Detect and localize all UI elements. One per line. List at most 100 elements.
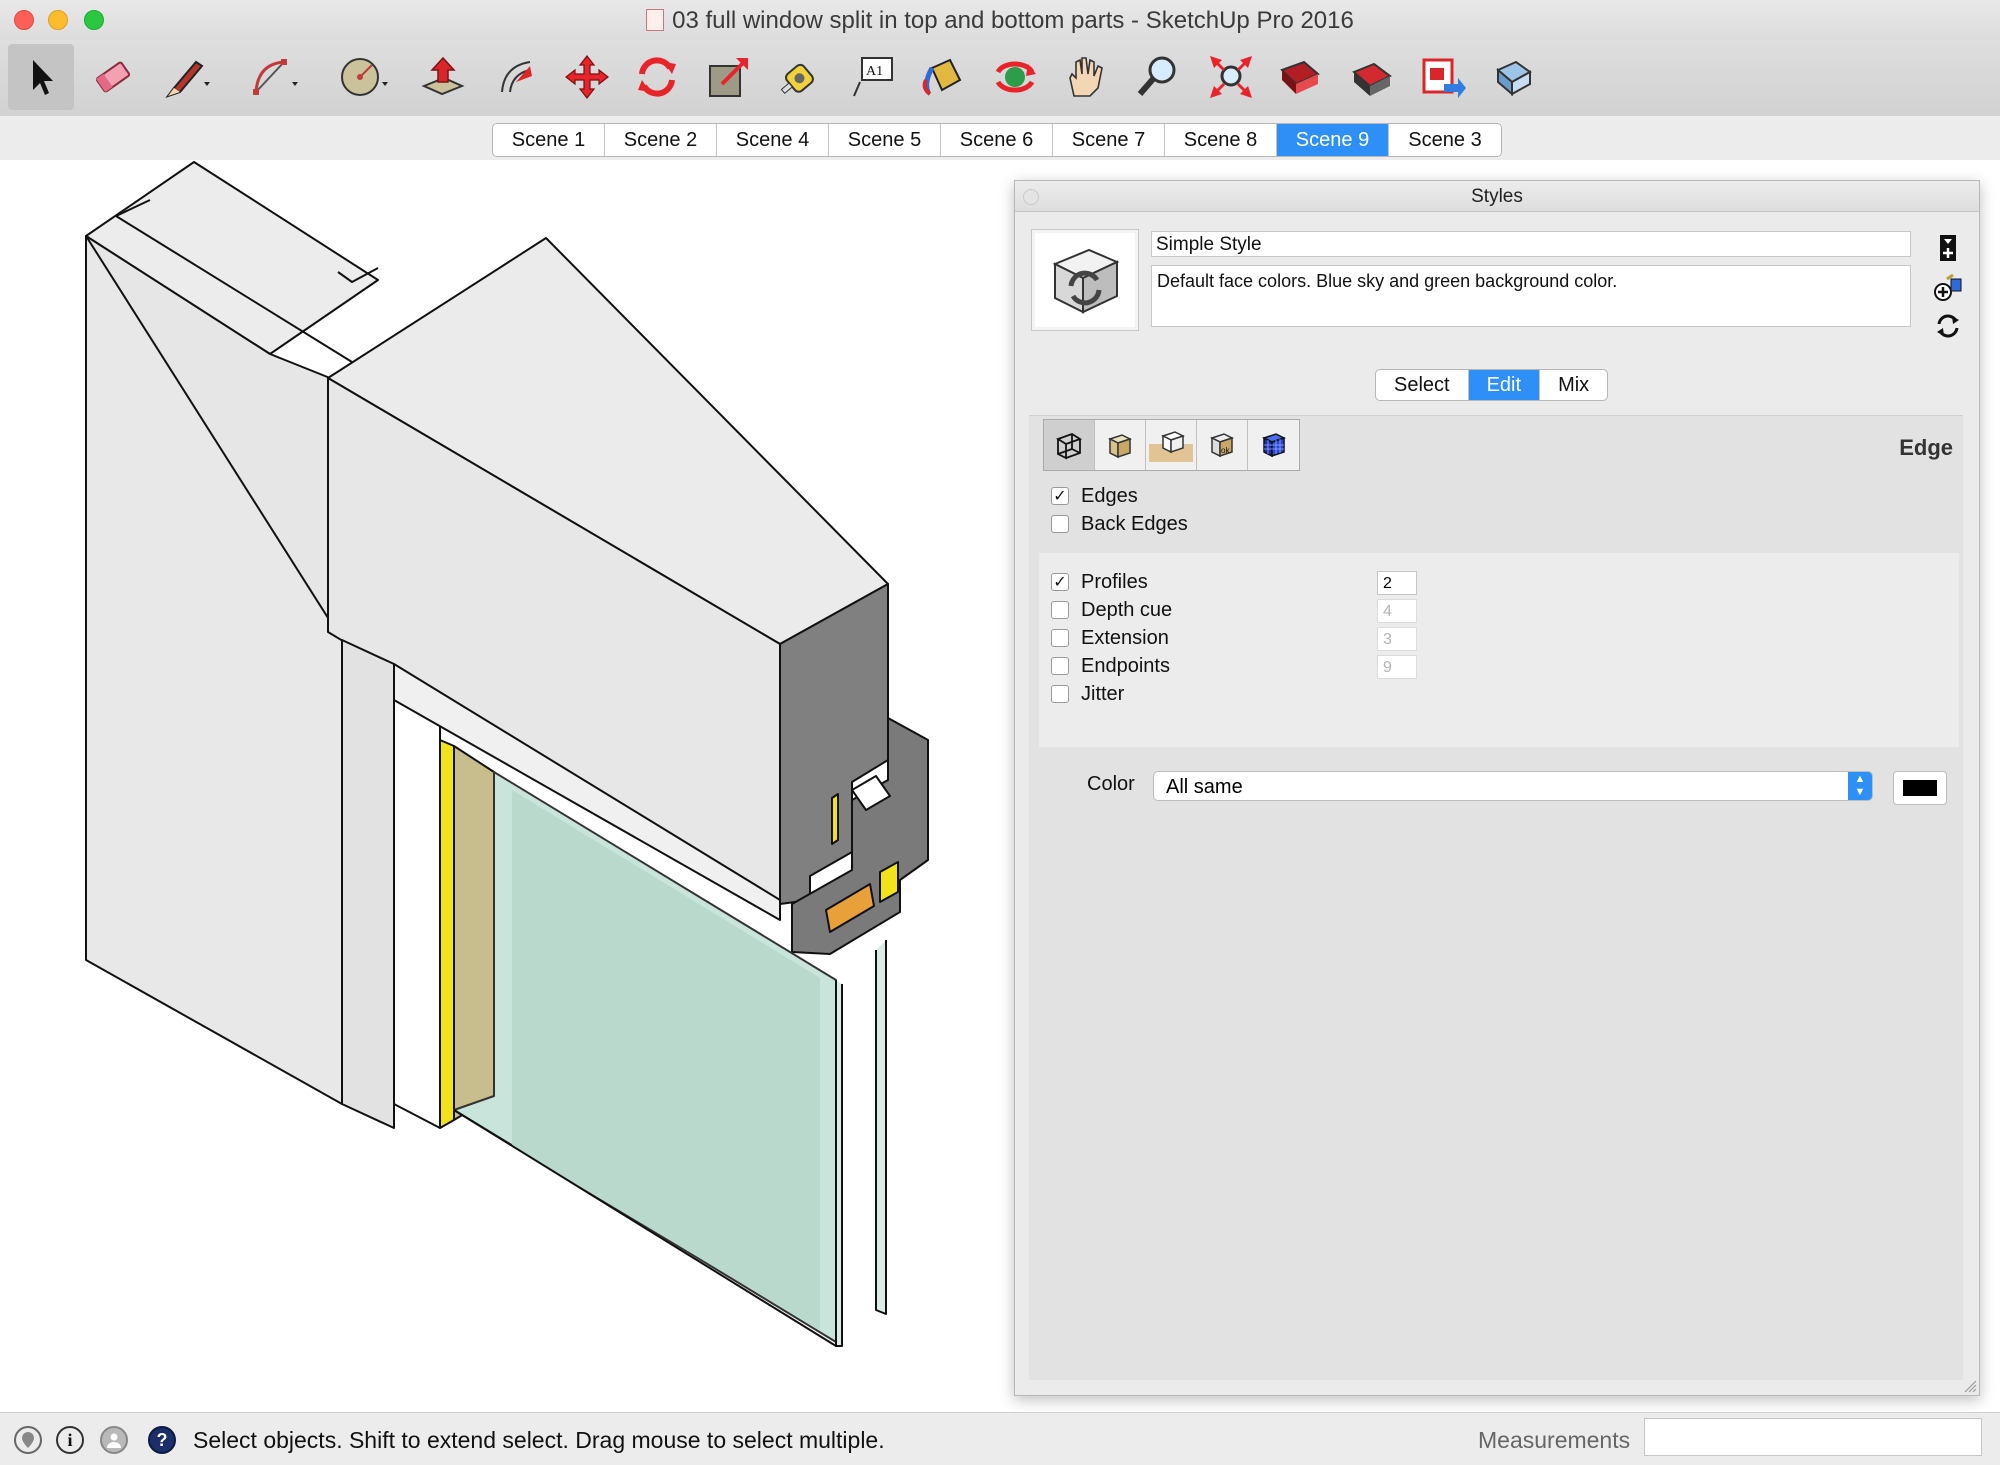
send-to-layout-button[interactable] <box>1410 44 1476 110</box>
user-account-icon[interactable] <box>100 1426 128 1454</box>
extension-option[interactable]: Extension <box>1051 625 1169 651</box>
depth-cue-input[interactable]: 4 <box>1377 599 1417 623</box>
tab-select[interactable]: Select <box>1376 370 1469 400</box>
eraser-tool-icon <box>95 61 131 93</box>
style-description-field[interactable]: Default face colors. Blue sky and green … <box>1151 265 1911 327</box>
refresh-style-button[interactable] <box>1933 311 1963 341</box>
pan-tool-button[interactable] <box>1052 44 1118 110</box>
eraser-tool-button[interactable] <box>80 44 146 110</box>
jitter-option[interactable]: Jitter <box>1051 681 1124 707</box>
edge-color-select[interactable]: All same ▲ ▼ <box>1153 771 1873 801</box>
tab-scene-2[interactable]: Scene 2 <box>605 124 717 156</box>
select-arrows-icon: ▲ ▼ <box>1848 772 1872 800</box>
scale-tool-button[interactable] <box>696 44 762 110</box>
modeling-settings-button[interactable] <box>1248 420 1299 470</box>
watermark-settings-button[interactable]: ok <box>1197 420 1248 470</box>
orbit-tool-button[interactable] <box>982 44 1048 110</box>
component-icon <box>1496 60 1532 97</box>
tab-scene-6[interactable]: Scene 6 <box>941 124 1053 156</box>
endpoints-option[interactable]: Endpoints <box>1051 653 1170 679</box>
push-pull-tool-button[interactable] <box>410 44 476 110</box>
edges-option[interactable]: ✓ Edges <box>1051 483 1138 509</box>
tab-scene-4[interactable]: Scene 4 <box>717 124 829 156</box>
back-edges-option[interactable]: Back Edges <box>1051 511 1188 537</box>
text-tool-button[interactable]: A1 <box>840 44 906 110</box>
extension-warehouse-button[interactable] <box>1338 44 1404 110</box>
select-tool-icon <box>33 60 53 95</box>
style-thumbnail[interactable] <box>1031 229 1139 331</box>
scene-tabs: Scene 1 Scene 2 Scene 4 Scene 5 Scene 6 … <box>492 123 1502 157</box>
depth-cue-option[interactable]: Depth cue <box>1051 597 1172 623</box>
style-mode-tabs: Select Edit Mix <box>1375 369 1609 401</box>
zoom-extents-tool-button[interactable] <box>1198 44 1264 110</box>
arc-tool-button[interactable] <box>240 44 306 110</box>
panel-close-button[interactable] <box>1023 189 1039 205</box>
tab-scene-5[interactable]: Scene 5 <box>829 124 941 156</box>
window-title: 03 full window split in top and bottom p… <box>672 7 1354 34</box>
arc-tool-icon <box>253 59 298 95</box>
depth-cue-label: Depth cue <box>1081 598 1173 621</box>
style-preview-icon <box>1052 248 1120 314</box>
create-style-icon <box>1940 235 1956 261</box>
endpoints-checkbox[interactable] <box>1051 657 1069 675</box>
tab-mix[interactable]: Mix <box>1540 370 1607 400</box>
zoom-extents-tool-icon <box>1210 56 1252 98</box>
endpoints-input[interactable]: 9 <box>1377 655 1417 679</box>
add-to-model-icon <box>1934 273 1962 301</box>
tape-measure-tool-button[interactable] <box>768 44 834 110</box>
edge-color-value: All same <box>1166 776 1243 798</box>
geo-location-icon[interactable] <box>14 1426 42 1454</box>
3d-warehouse-button[interactable] <box>1266 44 1332 110</box>
background-settings-button[interactable] <box>1146 420 1197 470</box>
tab-scene-1[interactable]: Scene 1 <box>493 124 605 156</box>
pencil-line-tool-icon <box>165 60 210 98</box>
measurements-label: Measurements <box>1478 1427 1631 1453</box>
jitter-checkbox[interactable] <box>1051 685 1069 703</box>
status-message: Select objects. Shift to extend select. … <box>193 1427 885 1453</box>
window-section-model <box>85 161 929 1347</box>
profiles-checkbox[interactable]: ✓ <box>1051 573 1069 591</box>
tape-measure-tool-icon <box>780 63 814 95</box>
components-button[interactable] <box>1480 44 1546 110</box>
edge-settings-button[interactable] <box>1044 420 1095 470</box>
profiles-option[interactable]: ✓ Profiles <box>1051 569 1148 595</box>
face-settings-button[interactable] <box>1095 420 1146 470</box>
styles-panel: Styles Simple Style Default face colors.… <box>1014 180 1980 1396</box>
tab-scene-8[interactable]: Scene 8 <box>1165 124 1277 156</box>
tab-scene-3[interactable]: Scene 3 <box>1389 124 1501 156</box>
shapes-tool-button[interactable] <box>330 44 396 110</box>
select-tool-button[interactable] <box>8 44 74 110</box>
tab-scene-9[interactable]: Scene 9 <box>1277 124 1389 156</box>
tab-edit[interactable]: Edit <box>1468 370 1541 400</box>
paint-bucket-tool-button[interactable] <box>910 44 976 110</box>
rotate-tool-button[interactable] <box>624 44 690 110</box>
refresh-icon <box>1937 314 1959 338</box>
offset-tool-button[interactable] <box>484 44 550 110</box>
color-label: Color <box>1087 773 1135 795</box>
update-style-button[interactable] <box>1933 273 1963 303</box>
face-settings-icon <box>1108 434 1132 459</box>
depth-cue-checkbox[interactable] <box>1051 601 1069 619</box>
zoom-tool-button[interactable] <box>1124 44 1190 110</box>
move-tool-button[interactable] <box>554 44 620 110</box>
resize-grip-icon[interactable] <box>1963 1379 1977 1393</box>
instructor-help-icon[interactable]: ? <box>148 1426 176 1454</box>
edge-color-swatch[interactable] <box>1893 771 1947 805</box>
line-tool-button[interactable] <box>152 44 218 110</box>
extension-input[interactable]: 3 <box>1377 627 1417 651</box>
rotate-tool-icon <box>638 57 676 97</box>
swatch-fill <box>1903 780 1937 796</box>
credits-icon[interactable]: i <box>56 1426 84 1454</box>
tab-scene-7[interactable]: Scene 7 <box>1053 124 1165 156</box>
create-style-button[interactable] <box>1933 233 1963 263</box>
back-edges-checkbox[interactable] <box>1051 515 1069 533</box>
measurements-input[interactable] <box>1644 1418 1982 1456</box>
profiles-width-input[interactable]: 2 <box>1377 571 1417 595</box>
extension-checkbox[interactable] <box>1051 629 1069 647</box>
text-tool-icon: A1 <box>853 57 893 97</box>
style-name-field[interactable]: Simple Style <box>1151 231 1911 257</box>
document-icon <box>646 9 665 31</box>
section-heading: Edge <box>1899 435 1953 460</box>
back-edges-label: Back Edges <box>1081 512 1188 535</box>
edges-checkbox[interactable]: ✓ <box>1051 487 1069 505</box>
